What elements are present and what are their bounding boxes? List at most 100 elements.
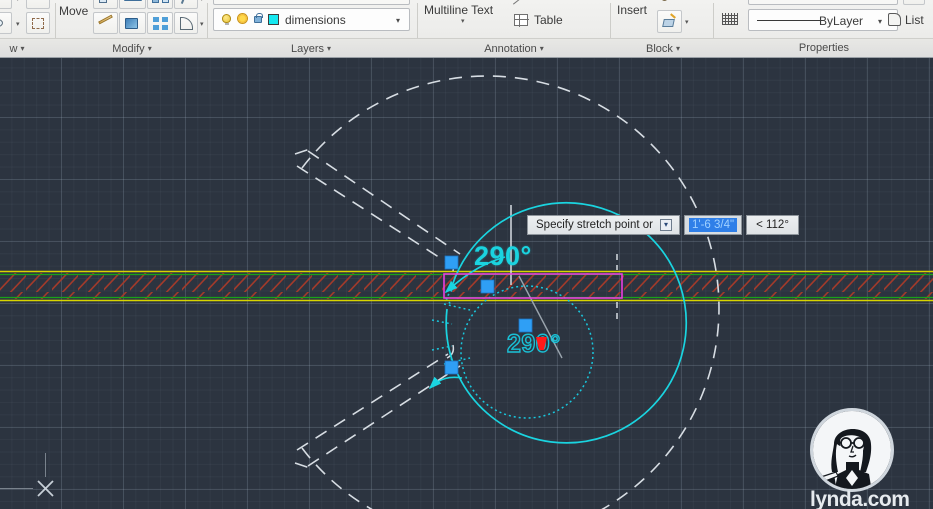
- explode-tool-button[interactable]: [93, 12, 118, 34]
- dim-leader-arrow-lower: [428, 376, 463, 390]
- array-icon-1: [153, 17, 159, 22]
- ghost-ext-lower-b: [307, 365, 461, 467]
- insert-block-label[interactable]: Insert: [617, 3, 647, 17]
- linetype-combo-caret[interactable]: ▾: [878, 17, 882, 26]
- dynamic-input-prompt-text: Specify stretch point or: [536, 219, 653, 231]
- panel-title-annotation-caret: ▾: [539, 44, 544, 53]
- ghost-ext-upper-b: [307, 150, 461, 255]
- grip-top-left: [444, 255, 459, 270]
- dynamic-input-prompt[interactable]: Specify stretch point or ▾: [527, 215, 680, 235]
- panel-title-layers[interactable]: Layers ▾: [212, 39, 410, 58]
- preview-tick-c: [431, 319, 453, 325]
- color-combo-caret[interactable]: ▾: [878, 0, 882, 1]
- angle-label-committed: 290°: [474, 241, 532, 271]
- panel-title-layers-label: Layers: [290, 43, 324, 55]
- panel-title-properties[interactable]: Properties: [716, 39, 932, 58]
- fillet-tool-button[interactable]: [174, 12, 198, 34]
- layer-color-swatch[interactable]: [268, 14, 279, 25]
- drawing-canvas[interactable]: 290° 290° Specify stretch point or ▾ 1'-…: [0, 58, 933, 509]
- modify-row2-caret[interactable]: ▾: [200, 20, 204, 28]
- ribbon: ▾ ▾ Move: [0, 0, 933, 58]
- chevron-down-icon[interactable]: ▾: [659, 219, 672, 231]
- edit-block-label[interactable]: Edit: [681, 0, 702, 1]
- ribbon-panel-titles: w ▾ Modify ▾ Layers ▾ Annotation ▾ Block ▾ Pr…: [0, 38, 933, 57]
- drawing-geometry: [0, 75, 933, 509]
- unlock-icon[interactable]: [254, 13, 263, 23]
- panel-title-annotation-label: Annotation: [484, 43, 537, 55]
- stretch-icon: [124, 0, 142, 1]
- committed-dimension: [428, 202, 688, 444]
- ucs-axis-lines: [0, 453, 46, 489]
- layer-state-caret[interactable]: ▾: [396, 0, 400, 1]
- array-tool-button[interactable]: [147, 12, 173, 34]
- angle-label-preview: 290°: [506, 329, 561, 358]
- move-tool-label[interactable]: Move: [59, 4, 88, 18]
- transparency-icon: [722, 13, 738, 25]
- table-label[interactable]: Table: [534, 13, 563, 27]
- panel-title-annotation[interactable]: Annotation ▾: [420, 39, 608, 58]
- grip-mid-left: [480, 279, 495, 294]
- panel-title-view[interactable]: w ▾: [0, 39, 52, 58]
- panel-title-block[interactable]: Block ▾: [614, 39, 712, 58]
- dynamic-input-distance-field[interactable]: 1'-6 3/4": [683, 215, 743, 235]
- match-properties-caret[interactable]: ▾: [922, 0, 926, 1]
- dimension-arc-cyan: [445, 202, 688, 444]
- current-layer-name: dimensions: [285, 13, 346, 27]
- ribbon-panels: ▾ ▾ Move: [0, 0, 933, 55]
- panel-title-layers-caret: ▾: [327, 44, 332, 53]
- panel-title-modify-caret: ▾: [147, 44, 152, 53]
- block-attributes-caret[interactable]: ▾: [685, 18, 689, 26]
- preview-tick-a: [443, 303, 471, 311]
- color-combo[interactable]: [748, 0, 898, 5]
- stretch-tool-button[interactable]: [119, 0, 146, 9]
- autocad-window: ▾ ▾ Move: [0, 0, 933, 509]
- array-icon-3: [153, 25, 159, 30]
- dynamic-input-distance-value[interactable]: 1'-6 3/4": [688, 218, 738, 232]
- layer-state-combo[interactable]: [213, 0, 410, 5]
- panel-title-modify[interactable]: Modify ▾: [58, 39, 206, 58]
- view-tool-3-caret[interactable]: ▾: [16, 20, 20, 28]
- ucs-point-marker: [37, 480, 54, 497]
- eye-icon: [0, 19, 3, 27]
- table-icon: [514, 14, 529, 27]
- mirror-tool-button[interactable]: [147, 0, 173, 9]
- linetype-line-preview: [757, 20, 823, 21]
- edit-block-icon: [661, 0, 677, 1]
- sun-icon[interactable]: [238, 14, 247, 23]
- array-icon-4: [162, 25, 168, 30]
- view-tool-3-button[interactable]: [0, 12, 12, 34]
- rotate-icon: [180, 0, 188, 4]
- block-edit-icon: [662, 13, 676, 28]
- copy-tool-button[interactable]: [93, 0, 118, 9]
- panel-title-block-label: Block: [646, 43, 673, 55]
- ghost-ext-upper-a: [296, 165, 449, 264]
- mirror-icon-right: [162, 0, 169, 3]
- view-tool-4-button[interactable]: [26, 12, 50, 34]
- modify-row1-caret[interactable]: ▾: [200, 0, 204, 3]
- multiline-text-label[interactable]: Multiline Text: [424, 3, 493, 17]
- grip-bottom-left: [444, 360, 459, 375]
- dashed-box-icon: [32, 18, 44, 29]
- list-icon: [888, 13, 901, 26]
- view-tool-1-button[interactable]: [0, 0, 12, 9]
- panel-title-block-caret: ▾: [675, 44, 680, 53]
- block-attributes-button[interactable]: [657, 10, 682, 33]
- ghost-ext-lower-a: [296, 353, 449, 451]
- wall-hatch: [0, 273, 933, 299]
- dynamic-input-tooltip[interactable]: Specify stretch point or ▾ 1'-6 3/4" < 1…: [527, 215, 799, 235]
- multileader-label[interactable]: Multileader: [530, 0, 589, 1]
- array-icon-2: [162, 17, 168, 22]
- fillet-icon: [180, 17, 193, 30]
- multiline-text-caret[interactable]: ▾: [461, 17, 465, 25]
- view-tool-1-caret[interactable]: ▾: [16, 0, 20, 3]
- dynamic-input-angle-field[interactable]: < 112°: [746, 215, 799, 235]
- linetype-bylayer-value: ByLayer: [819, 14, 864, 28]
- view-tool-2-button[interactable]: [26, 0, 50, 9]
- layer-combo-caret[interactable]: ▾: [396, 16, 400, 25]
- scale-tool-button[interactable]: [119, 12, 146, 34]
- lightbulb-icon[interactable]: [222, 14, 231, 25]
- list-label[interactable]: List: [905, 13, 924, 27]
- scale-icon: [125, 18, 138, 29]
- dynamic-input-angle-value: < 112°: [756, 219, 789, 231]
- rotate-tool-button[interactable]: [174, 0, 198, 9]
